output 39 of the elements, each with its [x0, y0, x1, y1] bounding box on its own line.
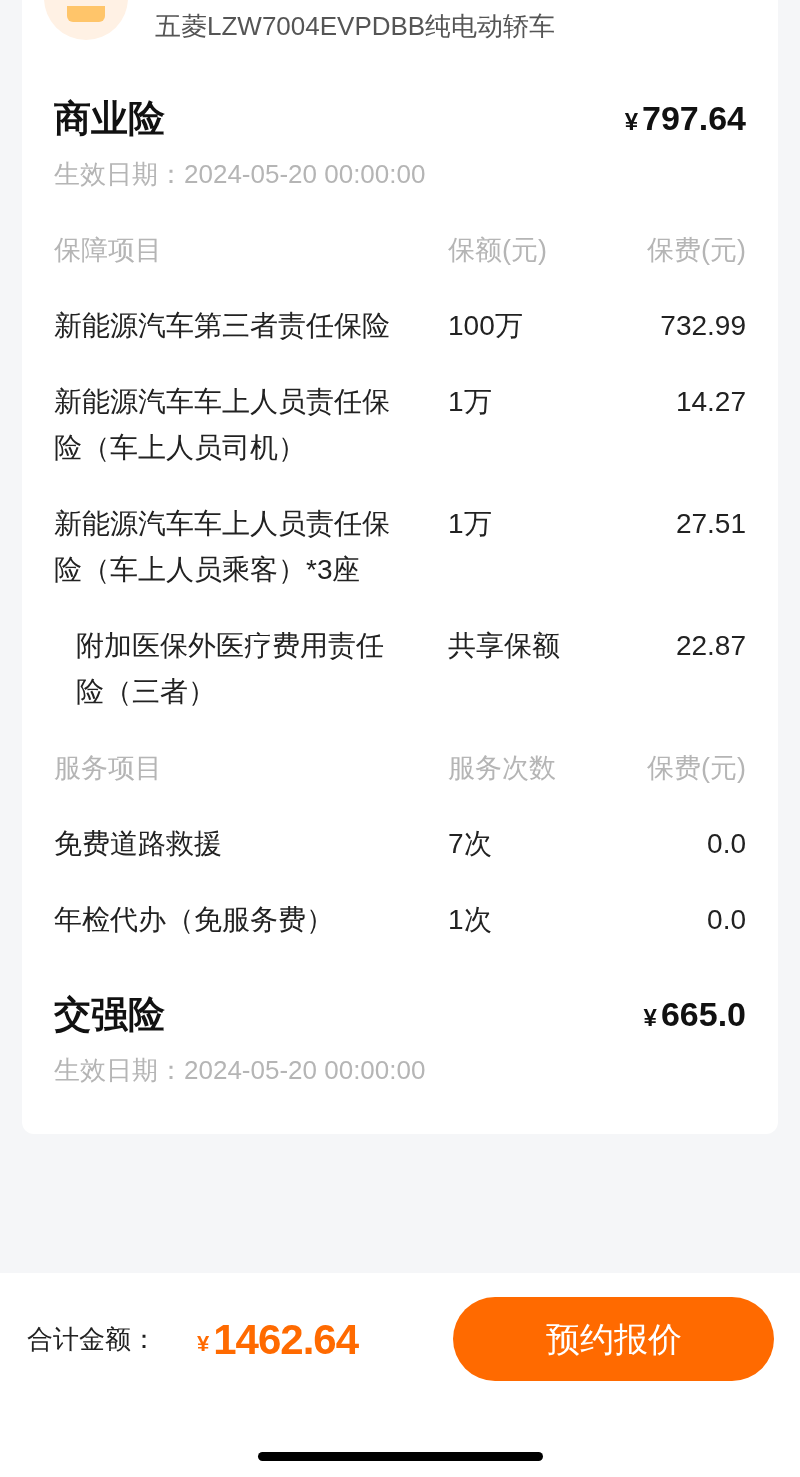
section-title: 交强险: [54, 992, 165, 1037]
total-label: 合计金额：: [27, 1322, 157, 1356]
column-header: 保障项目: [54, 234, 163, 267]
total-currency: ¥: [197, 1329, 210, 1358]
coverage-item: 年检代办（免服务费）: [54, 903, 335, 937]
currency-sign: ¥: [643, 1003, 657, 1033]
column-header: 保费(元): [647, 234, 746, 267]
coverage-amount: 100万: [448, 309, 524, 343]
coverage-item: 免费道路救援: [54, 827, 223, 861]
premium-value: 732.99: [660, 309, 746, 343]
coverage-item: 附加医保外医疗费用责任险（三者）: [75, 629, 385, 709]
coverage-amount: 共享保额: [448, 629, 561, 663]
premium-value: 14.27: [675, 385, 746, 419]
date-label: 生效日期：: [54, 158, 184, 191]
column-header: 服务项目: [54, 752, 163, 785]
vehicle-name: 五菱LZW7004EVPDBB纯电动轿车: [155, 10, 556, 43]
effective-date: 2024-05-20 00:00:00: [184, 158, 426, 191]
section-price: 665.0: [660, 994, 746, 1035]
currency-sign: ¥: [624, 107, 638, 137]
book-quote-button[interactable]: 预约报价: [453, 1297, 774, 1381]
coverage-amount: 1次: [448, 903, 493, 937]
coverage-amount: 7次: [448, 827, 493, 861]
coverage-item: 新能源汽车第三者责任保险: [54, 309, 391, 343]
premium-value: 27.51: [675, 507, 746, 541]
section-price: 797.64: [642, 98, 746, 139]
premium-value: 0.0: [707, 827, 746, 861]
date-label: 生效日期：: [54, 1054, 184, 1087]
total-amount: 1462.64: [213, 1314, 359, 1365]
premium-value: 0.0: [707, 903, 746, 937]
column-header: 保费(元): [647, 752, 746, 785]
coverage-amount: 1万: [448, 385, 493, 419]
column-header: 保额(元): [448, 234, 548, 267]
effective-date: 2024-05-20 00:00:00: [184, 1054, 426, 1087]
column-header: 服务次数: [448, 752, 557, 785]
section-title: 商业险: [54, 96, 165, 141]
coverage-amount: 1万: [448, 507, 493, 541]
coverage-item: 新能源汽车车上人员责任保险（车上人员司机）: [54, 385, 391, 465]
premium-value: 22.87: [675, 629, 746, 663]
coverage-item: 新能源汽车车上人员责任保险（车上人员乘客）*3座: [54, 507, 391, 587]
